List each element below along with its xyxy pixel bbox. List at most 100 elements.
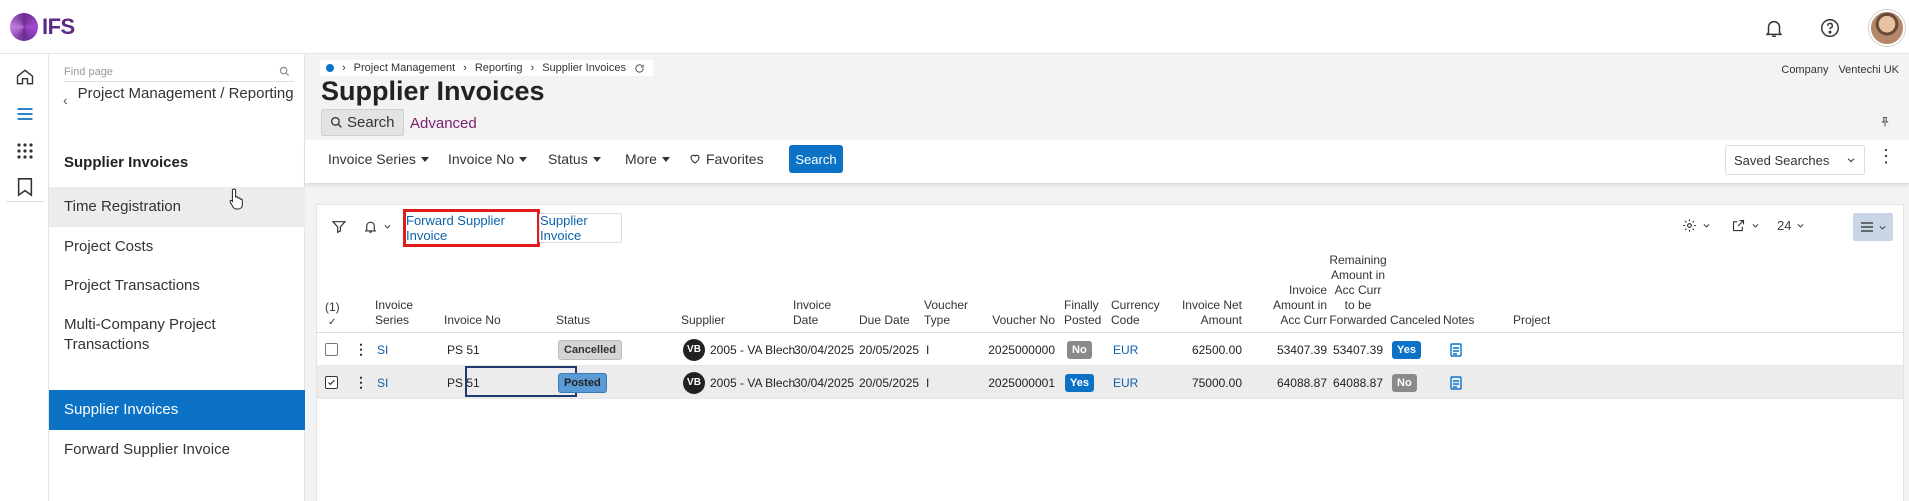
supplier-invoice-button[interactable]: Supplier Invoice (539, 213, 622, 243)
cell-remaining-amount[interactable]: 53407.39 (1317, 333, 1383, 366)
supplier-avatar: VB (683, 371, 705, 394)
cell-invoice-no[interactable]: PS 51 (447, 333, 480, 366)
export-menu[interactable] (1731, 218, 1760, 233)
cell-voucher-no[interactable]: 2025000000 (988, 333, 1055, 366)
filter-funnel-icon[interactable] (331, 219, 347, 238)
col-remaining-amount[interactable]: Remaining Amount in Acc Curr to be Forwa… (1329, 253, 1387, 328)
check-icon: ✓ (328, 317, 337, 328)
col-status[interactable]: Status (556, 313, 590, 328)
mouse-cursor-icon (229, 188, 243, 210)
cell-supplier[interactable]: VB 2005 - VA Blech (683, 333, 795, 366)
bell-icon[interactable] (1757, 11, 1791, 45)
table-row[interactable]: ⋮ SI PS 51 Cancelled VB 2005 - VA Blech 3… (317, 333, 1903, 366)
chevron-down-icon (1847, 158, 1855, 163)
col-supplier[interactable]: Supplier (681, 313, 725, 328)
cell-voucher-no[interactable]: 2025000001 (988, 366, 1055, 399)
selected-count[interactable]: (1) ✓ (325, 300, 340, 330)
cell-net-amount[interactable]: 75000.00 (1177, 366, 1242, 399)
col-finally-posted[interactable]: Finally Posted (1064, 298, 1109, 328)
user-avatar[interactable] (1869, 10, 1905, 46)
col-invoice-date[interactable]: Invoice Date (793, 298, 843, 328)
col-voucher-type[interactable]: Voucher Type (924, 298, 979, 328)
col-voucher-no[interactable]: Voucher No (989, 313, 1055, 328)
breadcrumb-home-dot-icon[interactable] (326, 64, 334, 72)
ifs-logo[interactable]: IFS (10, 13, 75, 41)
nav-item-multi-company-project-transactions[interactable]: Multi-Company Project Transactions (49, 306, 305, 364)
company-label: Company (1781, 64, 1829, 76)
notification-menu[interactable] (363, 219, 392, 234)
more-options-icon[interactable]: ⋮ (1877, 147, 1895, 165)
col-invoice-net-amount[interactable]: Invoice Net Amount (1177, 298, 1242, 328)
caret-down-icon (420, 156, 429, 162)
breadcrumb-item-reporting[interactable]: Reporting (475, 62, 523, 74)
cell-currency-code[interactable]: EUR (1113, 366, 1138, 399)
filter-more[interactable]: More (625, 151, 670, 167)
row-menu-icon[interactable]: ⋮ (354, 333, 368, 366)
nav-item-forward-supplier-invoice[interactable]: Forward Supplier Invoice (49, 430, 305, 470)
row-checkbox[interactable] (325, 333, 338, 366)
cell-voucher-type[interactable]: I (926, 333, 929, 366)
col-invoice-no[interactable]: Invoice No (444, 313, 501, 328)
advanced-tab[interactable]: Advanced (410, 115, 477, 132)
cell-due-date[interactable]: 20/05/2025 (859, 333, 919, 366)
cell-invoice-date[interactable]: 30/04/2025 (794, 366, 854, 399)
settings-menu[interactable] (1682, 218, 1711, 233)
company-indicator[interactable]: Company Ventechi UK (1781, 64, 1899, 76)
pin-icon[interactable] (1879, 116, 1891, 131)
cell-finally-posted: No (1067, 333, 1092, 366)
nav-item-project-transactions[interactable]: Project Transactions (49, 266, 305, 306)
cell-finally-posted: Yes (1065, 366, 1094, 399)
search-tab[interactable]: Search (321, 109, 404, 136)
row-checkbox[interactable] (325, 366, 338, 399)
caret-down-icon (592, 156, 601, 162)
col-due-date[interactable]: Due Date (859, 313, 910, 328)
row-menu-icon[interactable]: ⋮ (354, 366, 368, 399)
help-icon[interactable] (1813, 11, 1847, 45)
nav-item-project-costs[interactable]: Project Costs (49, 227, 305, 267)
refresh-icon[interactable] (634, 63, 645, 74)
filter-status[interactable]: Status (548, 151, 601, 167)
find-page-placeholder: Find page (64, 65, 113, 78)
checkbox-checked (325, 376, 338, 389)
apps-grid-icon[interactable] (12, 138, 38, 164)
favorites-button[interactable]: Favorites (689, 151, 764, 167)
col-currency-code[interactable]: Currency Code (1111, 298, 1161, 328)
find-page-input[interactable]: Find page (64, 62, 294, 82)
filter-invoice-series[interactable]: Invoice Series (328, 151, 429, 167)
filter-invoice-no[interactable]: Invoice No (448, 151, 528, 167)
menu-icon[interactable] (12, 101, 38, 127)
cell-voucher-type[interactable]: I (926, 366, 929, 399)
col-notes[interactable]: Notes (1443, 313, 1474, 328)
cell-supplier[interactable]: VB 2005 - VA Blech (683, 366, 795, 399)
notes-icon[interactable] (1450, 333, 1462, 366)
bookmark-icon[interactable] (12, 174, 38, 200)
search-button[interactable]: Search (789, 145, 843, 173)
notes-icon[interactable] (1450, 366, 1462, 399)
nav-item-time-registration[interactable]: Time Registration (49, 187, 305, 227)
main-content: › Project Management › Reporting › Suppl… (305, 54, 1909, 501)
col-invoice-amount-acc-curr[interactable]: Invoice Amount in Acc Curr (1251, 283, 1327, 328)
cell-remaining-amount[interactable]: 64088.87 (1317, 366, 1383, 399)
cell-acc-amount[interactable]: 53407.39 (1251, 333, 1327, 366)
table-row[interactable]: ⋮ SI PS 51 Posted VB 2005 - VA Blech 30/0… (317, 366, 1903, 399)
caret-down-icon (661, 156, 670, 162)
search-icon (330, 116, 342, 128)
cell-due-date[interactable]: 20/05/2025 (859, 366, 919, 399)
cell-invoice-date[interactable]: 30/04/2025 (794, 333, 854, 366)
cell-net-amount[interactable]: 62500.00 (1177, 333, 1242, 366)
nav-item-supplier-invoices[interactable]: Supplier Invoices (49, 390, 305, 430)
breadcrumb-item-project-management[interactable]: Project Management (354, 62, 456, 74)
saved-searches-dropdown[interactable]: Saved Searches (1725, 145, 1865, 175)
home-icon[interactable] (12, 64, 38, 90)
cell-invoice-series[interactable]: SI (377, 366, 388, 399)
cell-currency-code[interactable]: EUR (1113, 333, 1138, 366)
col-invoice-series[interactable]: Invoice Series (375, 298, 435, 328)
page-size-selector[interactable]: 24 (1777, 218, 1805, 233)
cell-acc-amount[interactable]: 64088.87 (1251, 366, 1327, 399)
col-canceled[interactable]: Canceled (1390, 313, 1441, 328)
col-project[interactable]: Project (1513, 313, 1550, 328)
view-toggle[interactable] (1853, 213, 1893, 241)
nav-back-link[interactable]: ‹ Project Management / Reporting (63, 84, 295, 108)
cell-invoice-series[interactable]: SI (377, 333, 388, 366)
cell-invoice-no[interactable]: PS 51 (447, 366, 480, 399)
